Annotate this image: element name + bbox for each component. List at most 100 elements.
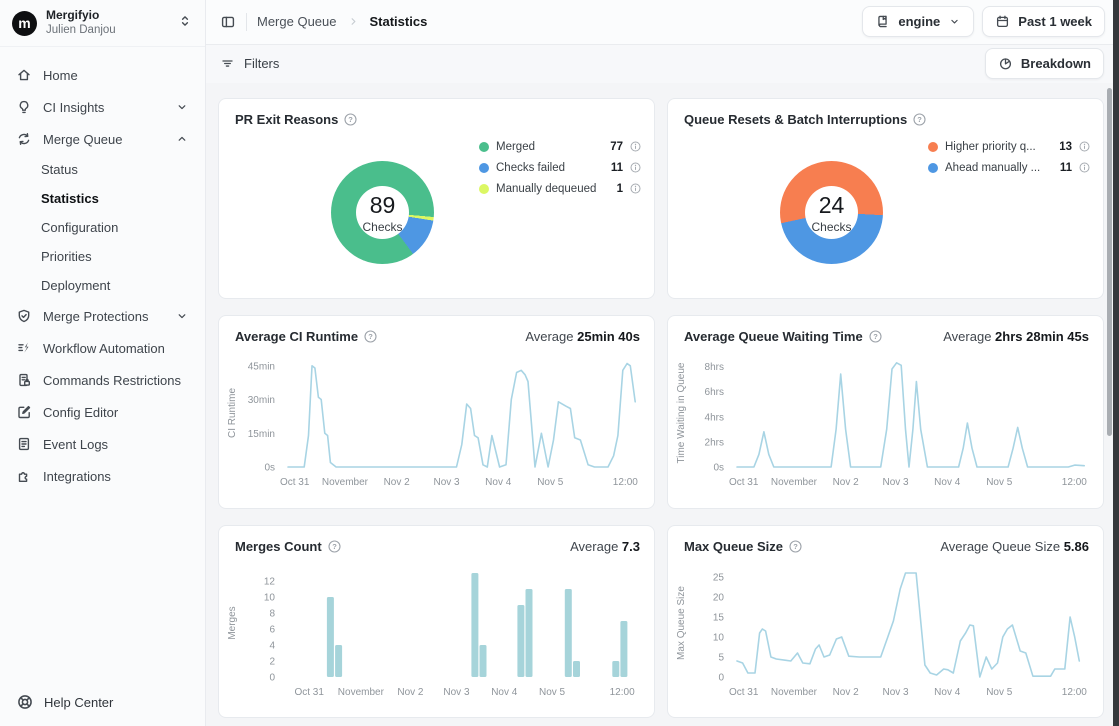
sidebar-item-workflow-automation[interactable]: Workflow Automation: [8, 332, 197, 364]
help-icon[interactable]: ?: [364, 330, 377, 343]
svg-text:6: 6: [269, 625, 275, 636]
svg-text:?: ?: [332, 542, 337, 551]
svg-text:November: November: [771, 477, 818, 488]
info-icon[interactable]: [630, 162, 641, 173]
help-icon[interactable]: ?: [869, 330, 882, 343]
divider: [246, 13, 247, 31]
sidebar-item-deployment[interactable]: Deployment: [8, 271, 197, 300]
sidebar-item-event-logs[interactable]: Event Logs: [8, 428, 197, 460]
mergify-logo: m: [12, 11, 37, 36]
info-icon[interactable]: [630, 183, 641, 194]
line-chart-svg: 0s2hrs4hrs6hrs8hrsOct 31NovemberNov 2Nov…: [668, 347, 1100, 499]
svg-text:4: 4: [269, 641, 275, 652]
sidebar-item-config-editor[interactable]: Config Editor: [8, 396, 197, 428]
lightbulb-icon: [16, 99, 32, 115]
svg-text:10: 10: [264, 593, 276, 604]
legend-label: Higher priority q...: [945, 141, 1052, 153]
sidebar-item-priorities[interactable]: Priorities: [8, 242, 197, 271]
document-lock-icon: [16, 372, 32, 388]
svg-text:?: ?: [793, 542, 798, 551]
help-icon[interactable]: ?: [913, 113, 926, 126]
sidebar-item-label: Merge Protections: [43, 309, 149, 324]
info-icon[interactable]: [630, 141, 641, 152]
svg-text:12:00: 12:00: [610, 687, 635, 698]
sidebar-item-integrations[interactable]: Integrations: [8, 460, 197, 492]
svg-text:Nov 4: Nov 4: [485, 477, 512, 488]
donut-legend: Higher priority q...13Ahead manually ...…: [928, 136, 1090, 178]
legend-value: 11: [1060, 162, 1072, 174]
average-label: Average: [525, 329, 573, 344]
svg-text:5: 5: [718, 653, 724, 664]
svg-text:Nov 3: Nov 3: [882, 687, 909, 698]
sidebar-item-statistics[interactable]: Statistics: [8, 184, 197, 213]
svg-text:12: 12: [264, 577, 276, 588]
sidebar-item-ci-insights[interactable]: CI Insights: [8, 91, 197, 123]
donut-total-label: Checks: [362, 220, 402, 234]
svg-text:Time Waiting in Queue: Time Waiting in Queue: [676, 362, 687, 463]
legend-value: 11: [611, 162, 623, 174]
info-icon[interactable]: [1079, 162, 1090, 173]
sidebar-item-label: Statistics: [41, 191, 99, 206]
svg-text:Max Queue Size: Max Queue Size: [676, 586, 687, 660]
card-average-queue-waiting-time: Average Queue Waiting Time ? Average 2hr…: [667, 315, 1104, 509]
sidebar-toggle-icon[interactable]: [220, 14, 236, 30]
svg-text:Nov 3: Nov 3: [882, 477, 909, 488]
sidebar-item-label: Home: [43, 68, 78, 83]
vertical-scrollbar[interactable]: [1107, 88, 1112, 436]
filters-button[interactable]: Filters: [220, 56, 279, 71]
help-icon[interactable]: ?: [328, 540, 341, 553]
legend-item[interactable]: Checks failed11: [479, 157, 641, 178]
date-range-button[interactable]: Past 1 week: [982, 6, 1105, 37]
svg-text:6hrs: 6hrs: [705, 387, 724, 398]
legend-value: 77: [610, 141, 623, 153]
legend-item[interactable]: Ahead manually ...11: [928, 157, 1090, 178]
average-number: 5.86: [1064, 539, 1089, 554]
card-title: PR Exit Reasons: [235, 112, 338, 127]
sidebar-item-home[interactable]: Home: [8, 59, 197, 91]
repository-name: engine: [898, 14, 940, 29]
breadcrumb-statistics: Statistics: [370, 14, 428, 29]
puzzle-icon: [16, 468, 32, 484]
average-value: Average 25min 40s: [525, 329, 640, 344]
donut-center: 24 Checks: [780, 161, 883, 264]
sidebar-item-label: Config Editor: [43, 405, 118, 420]
svg-text:0: 0: [269, 673, 275, 684]
svg-text:45min: 45min: [248, 361, 275, 372]
breakdown-button[interactable]: Breakdown: [985, 48, 1104, 79]
chevron-up-icon: [175, 132, 189, 146]
info-icon[interactable]: [1079, 141, 1090, 152]
repository-selector[interactable]: engine: [862, 6, 974, 37]
help-center-link[interactable]: Help Center: [0, 678, 205, 726]
sidebar-item-merge-queue[interactable]: Merge Queue: [8, 123, 197, 155]
sidebar-item-status[interactable]: Status: [8, 155, 197, 184]
average-number: 25min 40s: [577, 329, 640, 344]
donut-total-label: Checks: [811, 220, 851, 234]
sidebar-item-merge-protections[interactable]: Merge Protections: [8, 300, 197, 332]
workflow-bolt-icon: [16, 340, 32, 356]
legend-dot: [928, 142, 938, 152]
average-label: Average: [570, 539, 618, 554]
pie-chart-icon: [998, 56, 1013, 71]
legend-dot: [479, 163, 489, 173]
legend-item[interactable]: Manually dequeued1: [479, 178, 641, 199]
line-chart-svg: 0s15min30min45minOct 31NovemberNov 2Nov …: [219, 347, 651, 499]
account-switcher[interactable]: m Mergifyio Julien Danjou: [0, 0, 205, 47]
svg-text:25: 25: [713, 573, 725, 584]
svg-text:Nov 5: Nov 5: [539, 687, 566, 698]
svg-text:Oct 31: Oct 31: [294, 687, 324, 698]
help-icon[interactable]: ?: [789, 540, 802, 553]
legend-item[interactable]: Merged77: [479, 136, 641, 157]
pencil-square-icon: [16, 404, 32, 420]
donut-total: 24: [819, 192, 845, 219]
sidebar-item-label: Deployment: [41, 278, 110, 293]
lifebuoy-icon: [16, 693, 34, 711]
sidebar-item-label: Workflow Automation: [43, 341, 165, 356]
legend-item[interactable]: Higher priority q...13: [928, 136, 1090, 157]
breadcrumb-merge-queue[interactable]: Merge Queue: [257, 14, 337, 29]
help-icon[interactable]: ?: [344, 113, 357, 126]
sidebar-item-commands-restrictions[interactable]: Commands Restrictions: [8, 364, 197, 396]
sidebar-item-configuration[interactable]: Configuration: [8, 213, 197, 242]
svg-text:2hrs: 2hrs: [705, 437, 724, 448]
chevron-down-icon: [175, 100, 189, 114]
legend-value: 1: [617, 183, 623, 195]
